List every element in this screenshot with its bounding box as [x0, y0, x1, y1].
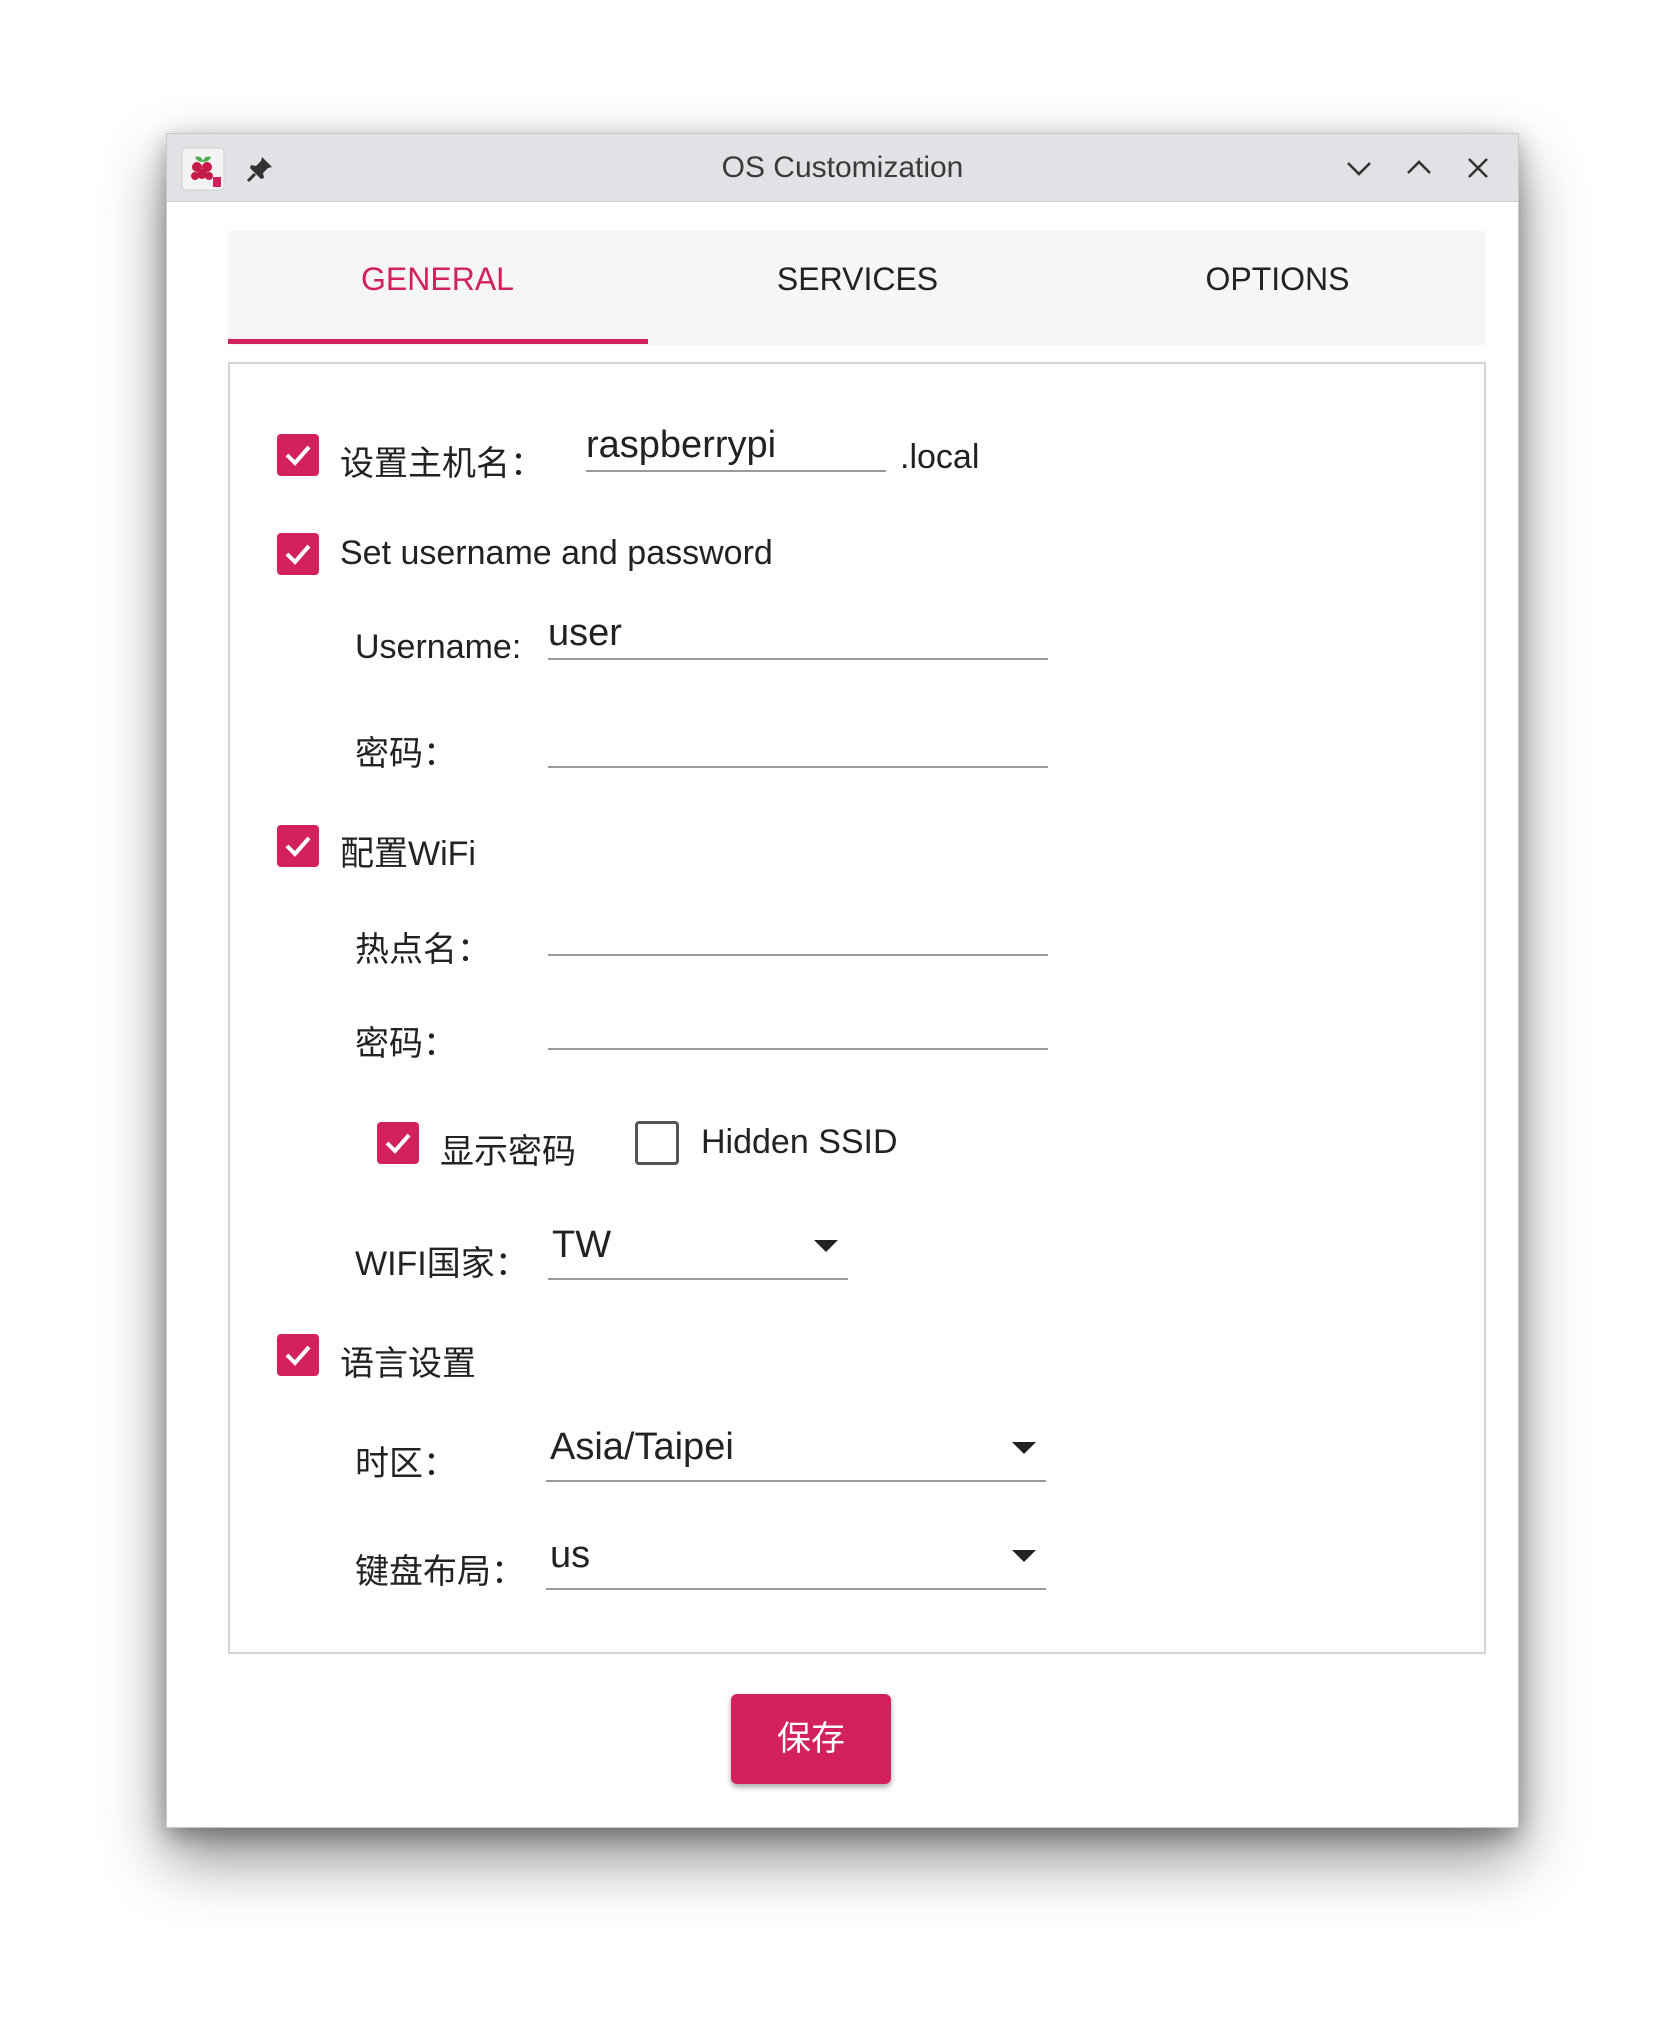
wifi-password-input[interactable]	[548, 998, 1048, 1050]
hostname-input[interactable]	[586, 420, 886, 472]
hidden-ssid-checkbox[interactable]	[635, 1121, 679, 1165]
wifi-checkbox[interactable]	[277, 825, 319, 867]
window-title: OS Customization	[721, 151, 964, 184]
timezone-label: 时区：	[355, 1445, 457, 1483]
wifi-password-label: 密码：	[355, 1025, 457, 1063]
dropdown-arrow-icon	[1012, 1442, 1036, 1454]
timezone-dropdown[interactable]: Asia/Taipei	[546, 1420, 1046, 1482]
username-label: Username:	[355, 628, 522, 666]
checkmark-icon	[285, 836, 311, 857]
show-password-label: 显示密码	[440, 1133, 576, 1171]
locale-checkbox[interactable]	[277, 1334, 319, 1376]
username-input[interactable]	[548, 608, 1048, 660]
password-label: 密码：	[355, 735, 457, 773]
hidden-ssid-label: Hidden SSID	[701, 1123, 898, 1161]
dropdown-arrow-icon	[814, 1240, 838, 1252]
user-checkbox[interactable]	[277, 533, 319, 575]
ssid-label: 热点名：	[355, 931, 491, 969]
tab-options[interactable]: OPTIONS	[1068, 231, 1487, 345]
checkmark-icon	[285, 1345, 311, 1366]
wifi-country-dropdown[interactable]: TW	[548, 1218, 848, 1280]
tab-services[interactable]: SERVICES	[648, 231, 1067, 345]
wifi-country-value: TW	[552, 1224, 612, 1266]
hostname-label: 设置主机名：	[340, 445, 544, 483]
user-label: Set username and password	[340, 534, 773, 572]
general-settings-panel: 设置主机名： .local Set username and password …	[228, 362, 1486, 1654]
tab-bar: GENERAL SERVICES OPTIONS	[228, 231, 1486, 345]
os-customization-window: OS Customization GENERAL SERVICES OPTION…	[166, 133, 1519, 1828]
checkmark-icon	[385, 1133, 411, 1154]
maximize-chevron-up-icon[interactable]	[1403, 152, 1435, 184]
tab-general[interactable]: GENERAL	[228, 231, 647, 345]
minimize-chevron-down-icon[interactable]	[1343, 152, 1375, 184]
keyboard-label: 键盘布局：	[355, 1553, 525, 1591]
hostname-checkbox[interactable]	[277, 434, 319, 476]
ssid-input[interactable]	[548, 904, 1048, 956]
show-password-checkbox[interactable]	[377, 1122, 419, 1164]
dropdown-arrow-icon	[1012, 1550, 1036, 1562]
active-tab-indicator	[228, 339, 648, 344]
password-input[interactable]	[548, 716, 1048, 768]
keyboard-value: us	[550, 1534, 591, 1576]
locale-label: 语言设置	[340, 1345, 476, 1383]
hostname-suffix: .local	[900, 438, 980, 476]
checkmark-icon	[285, 445, 311, 466]
close-icon[interactable]	[1462, 152, 1494, 184]
title-bar: OS Customization	[167, 134, 1518, 202]
timezone-value: Asia/Taipei	[550, 1426, 734, 1468]
keyboard-dropdown[interactable]: us	[546, 1528, 1046, 1590]
save-button[interactable]: 保存	[731, 1694, 891, 1784]
wifi-label: 配置WiFi	[340, 835, 476, 873]
checkmark-icon	[285, 544, 311, 565]
wifi-country-label: WIFI国家：	[355, 1245, 529, 1283]
